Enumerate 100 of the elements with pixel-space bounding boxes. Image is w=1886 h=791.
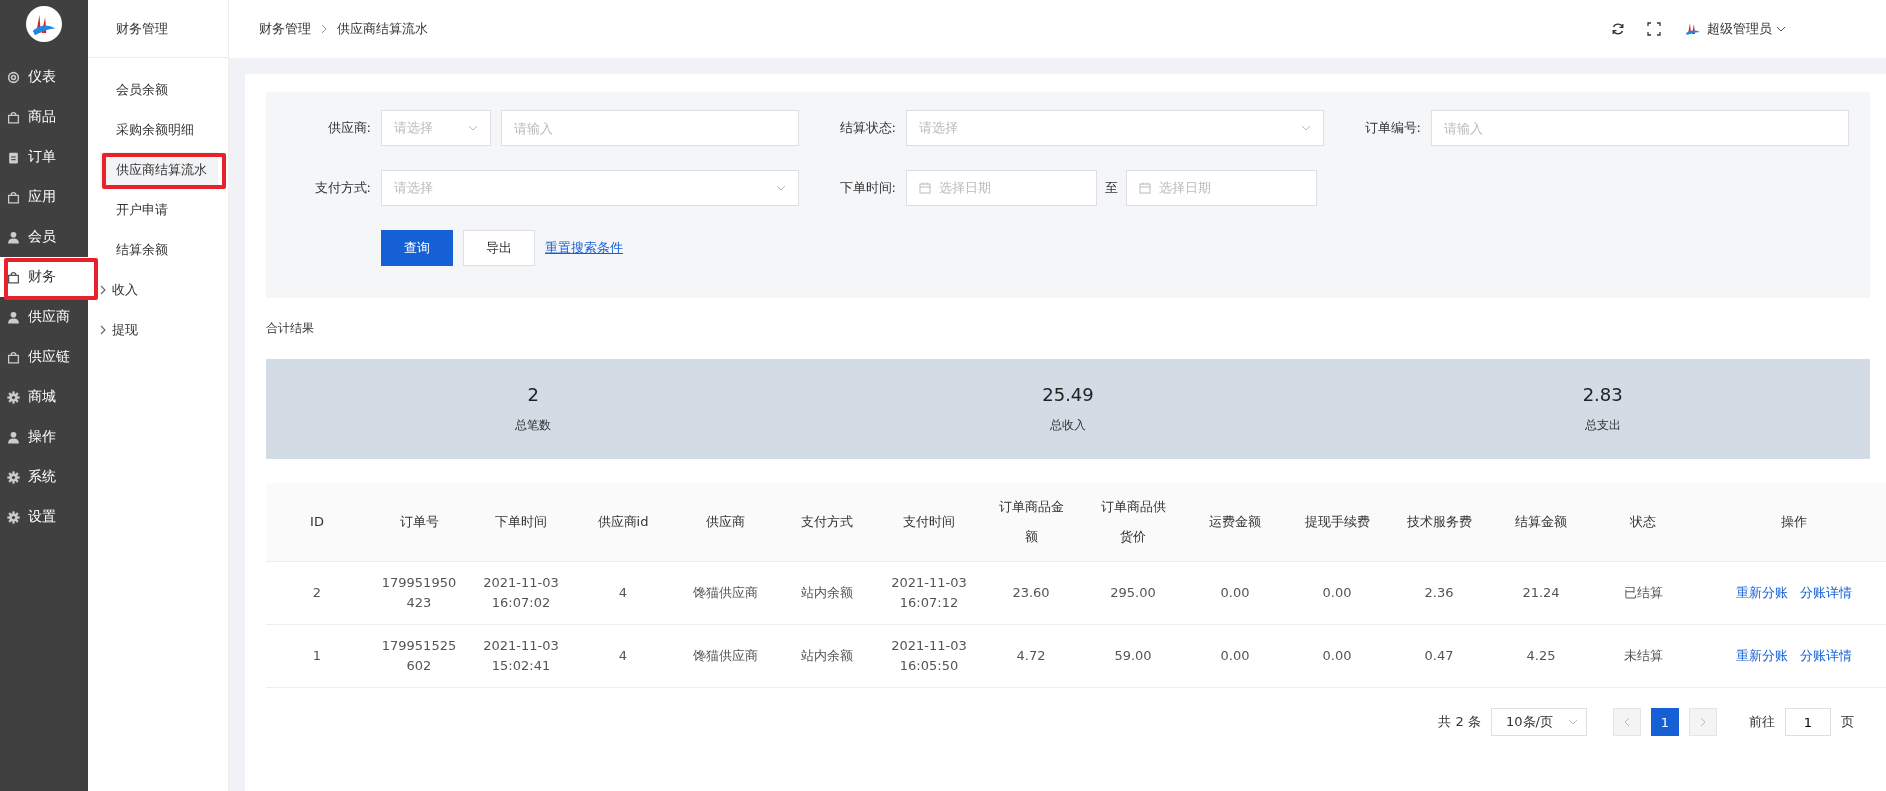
- page-button[interactable]: 1: [1651, 708, 1679, 736]
- chevron-icon: [321, 24, 327, 34]
- gauge-icon: [7, 70, 20, 84]
- sidebar-item[interactable]: 供应商: [0, 297, 88, 337]
- caret-icon: [1301, 125, 1311, 131]
- table-cell: 4: [572, 561, 674, 625]
- chevron-icon: [100, 285, 106, 295]
- table-cell: 站内余额: [776, 561, 878, 625]
- field-label: 结算状态:: [838, 119, 897, 137]
- caret-icon: [1568, 719, 1578, 725]
- submenu-item[interactable]: 提现: [100, 312, 218, 348]
- table-cell: 4.72: [980, 624, 1082, 688]
- table-cell: 0.00: [1286, 561, 1388, 625]
- sidebar-item[interactable]: 商品: [0, 97, 88, 137]
- sidebar-item[interactable]: 供应链: [0, 337, 88, 377]
- chevron-icon: [1700, 717, 1706, 727]
- table-cell: 21.24: [1490, 561, 1592, 625]
- table-cell: 2: [266, 561, 368, 625]
- table-cell: 23.60: [980, 561, 1082, 625]
- column-header: 支付方式: [776, 483, 878, 562]
- stat-value: 25.49: [1042, 384, 1094, 405]
- column-header: 订单商品供货价: [1082, 483, 1184, 562]
- reset-link[interactable]: 重置搜索条件: [545, 239, 623, 257]
- breadcrumb-item: 供应商结算流水: [337, 20, 428, 38]
- table-cell: 4: [572, 624, 674, 688]
- field-label: 下单时间:: [838, 179, 897, 197]
- range-separator: 至: [1105, 179, 1118, 197]
- stat-label: 总笔数: [515, 417, 552, 434]
- page-size-select[interactable]: 10条/页: [1491, 708, 1587, 736]
- table-cell: 已结算: [1592, 561, 1694, 625]
- refresh-icon[interactable]: [1611, 22, 1625, 36]
- bag-icon: [7, 110, 20, 124]
- fullscreen-icon[interactable]: [1647, 22, 1661, 36]
- section-title: 合计结果: [266, 320, 315, 337]
- table-cell: 2021-11-03 16:07:02: [470, 561, 572, 625]
- sidebar-item[interactable]: 设置: [0, 497, 88, 537]
- caret-icon: [776, 185, 786, 191]
- column-header: 状态: [1592, 483, 1694, 562]
- column-header: 运费金额: [1184, 483, 1286, 562]
- person-icon: [7, 430, 20, 444]
- submenu-item[interactable]: 结算余额: [100, 232, 218, 268]
- export-button[interactable]: 导出: [463, 230, 535, 266]
- table-cell: 59.00: [1082, 624, 1184, 688]
- table-cell: 0.00: [1184, 624, 1286, 688]
- column-header: 支付时间: [878, 483, 980, 562]
- column-header: 订单号: [368, 483, 470, 562]
- caret-icon: [468, 125, 478, 131]
- clipboard-icon: [7, 150, 20, 164]
- field-label: 支付方式:: [313, 179, 372, 197]
- action-link[interactable]: 重新分账: [1736, 648, 1788, 663]
- submenu-title: 财务管理: [88, 0, 228, 58]
- table-cell: 未结算: [1592, 624, 1694, 688]
- column-header: 下单时间: [470, 483, 572, 562]
- sidebar-item[interactable]: 仪表: [0, 57, 88, 97]
- person-icon: [7, 310, 20, 324]
- table-cell: 0.00: [1286, 624, 1388, 688]
- stat-label: 总支出: [1584, 417, 1621, 434]
- stat-label: 总收入: [1050, 417, 1086, 434]
- caret-icon: [1776, 26, 1786, 32]
- submenu-item[interactable]: 采购余额明细: [100, 112, 218, 148]
- gear-icon: [7, 470, 20, 484]
- bag-icon: [7, 270, 20, 284]
- breadcrumb-item[interactable]: 财务管理: [259, 20, 311, 38]
- sidebar-item[interactable]: 操作: [0, 417, 88, 457]
- table-cell: 2021-11-03 15:02:41: [470, 624, 572, 688]
- column-header: 提现手续费: [1286, 483, 1388, 562]
- goto-label: 前往: [1749, 713, 1775, 731]
- column-header: 操作: [1694, 483, 1886, 562]
- table-cell: 1: [266, 624, 368, 688]
- logo-icon: [26, 6, 62, 42]
- sidebar-item[interactable]: 系统: [0, 457, 88, 497]
- sidebar-item[interactable]: 商城: [0, 377, 88, 417]
- submenu-item[interactable]: 会员余额: [100, 72, 218, 108]
- query-button[interactable]: 查询: [381, 230, 453, 266]
- gear-icon: [7, 390, 20, 404]
- column-header: 结算金额: [1490, 483, 1592, 562]
- table-cell: 0.47: [1388, 624, 1490, 688]
- stat-value: 2: [527, 384, 540, 405]
- chevron-icon: [1624, 717, 1630, 727]
- bag-icon: [7, 350, 20, 364]
- table-cell: 295.00: [1082, 561, 1184, 625]
- sidebar-item[interactable]: 应用: [0, 177, 88, 217]
- table-cell: 179951950423: [368, 561, 470, 625]
- page-input[interactable]: 1: [1785, 708, 1831, 736]
- action-link[interactable]: 分账详情: [1800, 648, 1852, 663]
- sidebar-item[interactable]: 订单: [0, 137, 88, 177]
- input-field[interactable]: 请输入: [1431, 110, 1849, 146]
- field-label: 订单编号:: [1363, 119, 1422, 137]
- gear-icon: [7, 510, 20, 524]
- action-link[interactable]: 重新分账: [1736, 585, 1788, 600]
- submenu-item[interactable]: 开户申请: [100, 192, 218, 228]
- chevron-icon: [100, 325, 106, 335]
- submenu-item[interactable]: 收入: [100, 272, 218, 308]
- table-cell: 2021-11-03 16:05:50: [878, 624, 980, 688]
- column-header: ID: [266, 483, 368, 562]
- column-header: 供应商id: [572, 483, 674, 562]
- sidebar-item[interactable]: 会员: [0, 217, 88, 257]
- input-field[interactable]: 请输入: [501, 110, 799, 146]
- user-menu[interactable]: 超级管理员: [1683, 19, 1786, 39]
- action-link[interactable]: 分账详情: [1800, 585, 1852, 600]
